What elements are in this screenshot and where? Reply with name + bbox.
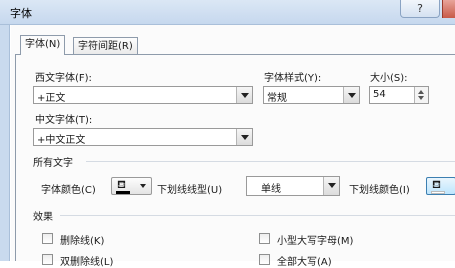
- font-size-spinner[interactable]: 54: [369, 86, 429, 104]
- spin-down-icon[interactable]: [418, 96, 424, 100]
- section-divider: [86, 161, 455, 162]
- help-button[interactable]: ?: [400, 0, 440, 18]
- spin-buttons[interactable]: [414, 87, 428, 103]
- underline-style-label: 下划线线型(U): [157, 185, 223, 196]
- western-font-combo[interactable]: +正文: [33, 86, 253, 104]
- small-caps-checkbox[interactable]: [259, 233, 270, 244]
- window-title: 字体: [10, 7, 32, 20]
- font-size-label: 大小(S):: [370, 73, 408, 84]
- font-style-value: 常规: [267, 93, 287, 104]
- close-button[interactable]: [442, 0, 455, 18]
- underline-color-swatch: [431, 191, 445, 194]
- title-bar: 字体 ?: [0, 0, 455, 25]
- chevron-down-icon[interactable]: [323, 177, 339, 195]
- all-caps-checkbox[interactable]: [259, 254, 270, 265]
- font-color-label: 字体颜色(C): [41, 185, 96, 196]
- effects-section-title: 效果: [33, 212, 53, 223]
- chevron-down-icon: [140, 184, 146, 188]
- font-color-swatch: [116, 191, 130, 194]
- strikethrough-checkbox[interactable]: [42, 233, 53, 244]
- tab-panel-border: [15, 54, 455, 55]
- underline-color-label: 下划线颜色(I): [349, 185, 410, 196]
- window-frame: [0, 25, 10, 261]
- chevron-down-icon[interactable]: [343, 87, 359, 103]
- asian-font-value: +中文正文: [37, 135, 86, 146]
- western-font-label: 西文字体(F):: [35, 73, 92, 84]
- spin-up-icon[interactable]: [418, 90, 424, 94]
- tab-font[interactable]: 字体(N): [20, 35, 66, 55]
- font-style-combo[interactable]: 常规: [263, 86, 360, 104]
- asian-font-combo[interactable]: +中文正文: [33, 128, 253, 146]
- western-font-value: +正文: [37, 93, 66, 104]
- tab-character-spacing[interactable]: 字符间距(R): [73, 37, 138, 54]
- asian-font-label: 中文字体(T):: [35, 115, 93, 126]
- small-caps-label[interactable]: 小型大写字母(M): [277, 232, 353, 247]
- double-strikethrough-checkbox[interactable]: [42, 254, 53, 265]
- strikethrough-label[interactable]: 删除线(K): [60, 232, 104, 247]
- font-color-button[interactable]: ⛾: [111, 177, 152, 195]
- chevron-down-icon[interactable]: [236, 129, 252, 145]
- font-style-label: 字体样式(Y):: [264, 73, 322, 84]
- underline-style-value: 单线: [261, 184, 281, 195]
- underline-color-button[interactable]: ⛾: [426, 177, 455, 195]
- section-divider: [60, 215, 455, 216]
- tab-panel-border-left: [15, 54, 16, 261]
- paint-bucket-icon: ⛾: [117, 178, 126, 191]
- chevron-down-icon[interactable]: [236, 87, 252, 103]
- font-size-value: 54: [373, 89, 386, 100]
- underline-style-combo[interactable]: 单线: [246, 176, 340, 196]
- all-text-section-title: 所有文字: [33, 158, 73, 169]
- paint-bucket-icon: ⛾: [432, 178, 441, 191]
